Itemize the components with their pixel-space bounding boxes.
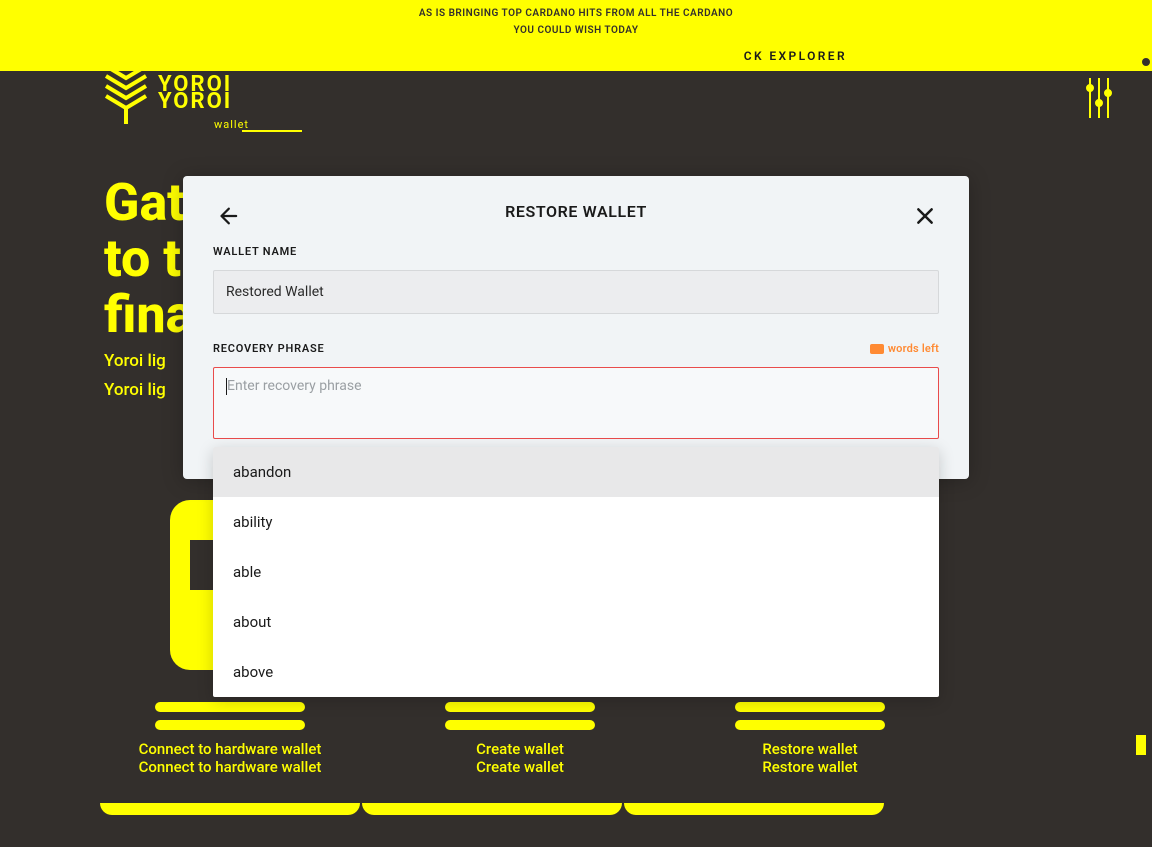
brand-name-shadow: YOROI	[158, 89, 232, 114]
card-restore-label-2: Restore wallet	[762, 758, 857, 776]
restore-wallet-modal: RESTORE WALLET WALLET NAME RECOVERY PHRA…	[183, 176, 969, 479]
hero-sub-2: Yoroi lig	[104, 380, 193, 401]
card-connect-label-2: Connect to hardware wallet	[139, 758, 322, 776]
recovery-phrase-input[interactable]: Enter recovery phrase	[213, 367, 939, 439]
settings-icon[interactable]	[1086, 78, 1112, 122]
card-restore-label: Restore wallet	[762, 740, 857, 758]
hero-line-2: to t	[104, 231, 193, 287]
words-left-indicator: words left	[870, 342, 939, 355]
modal-title: RESTORE WALLET	[505, 202, 647, 221]
card-connect-label: Connect to hardware wallet	[139, 740, 322, 758]
hero-line-3: fina	[104, 287, 193, 343]
words-left-text: words left	[888, 342, 939, 355]
right-edge-mark	[1136, 735, 1146, 755]
suggestion-item[interactable]: able	[213, 547, 939, 597]
modal-header: RESTORE WALLET	[213, 176, 939, 237]
banner-bullet	[1142, 58, 1150, 66]
banner-line-1: AS IS BRINGING TOP CARDANO HITS FROM ALL…	[419, 8, 733, 19]
recovery-phrase-suggestions: abandon ability able about above	[213, 447, 939, 697]
brand-underline	[242, 130, 302, 132]
suggestion-item[interactable]: ability	[213, 497, 939, 547]
card-create-label-2: Create wallet	[476, 758, 564, 776]
recovery-phrase-placeholder: Enter recovery phrase	[227, 378, 362, 394]
hero-sub-1: Yoroi lig	[104, 351, 193, 372]
banner-line-2: YOU COULD WISH TODAY	[514, 25, 639, 36]
banner-explorer-text: CK EXPLORER	[744, 49, 847, 63]
suggestion-item[interactable]: about	[213, 597, 939, 647]
wallet-name-label: WALLET NAME	[213, 245, 939, 258]
recovery-phrase-label: RECOVERY PHRASE	[213, 342, 325, 355]
suggestion-item[interactable]: abandon	[213, 447, 939, 497]
cards-underline	[100, 800, 900, 830]
hero-text: Gat to t fina Yoroi lig Yoroi lig	[104, 175, 193, 401]
card-create-label: Create wallet	[476, 740, 564, 758]
wallet-name-input[interactable]	[213, 270, 939, 314]
close-button[interactable]	[911, 202, 939, 230]
hero-line-1: Gat	[104, 175, 193, 231]
yoroi-logo-icon	[104, 60, 149, 130]
back-button[interactable]	[213, 202, 241, 230]
suggestion-item[interactable]: above	[213, 647, 939, 697]
yellow-top-banner: AS IS BRINGING TOP CARDANO HITS FROM ALL…	[0, 0, 1152, 71]
